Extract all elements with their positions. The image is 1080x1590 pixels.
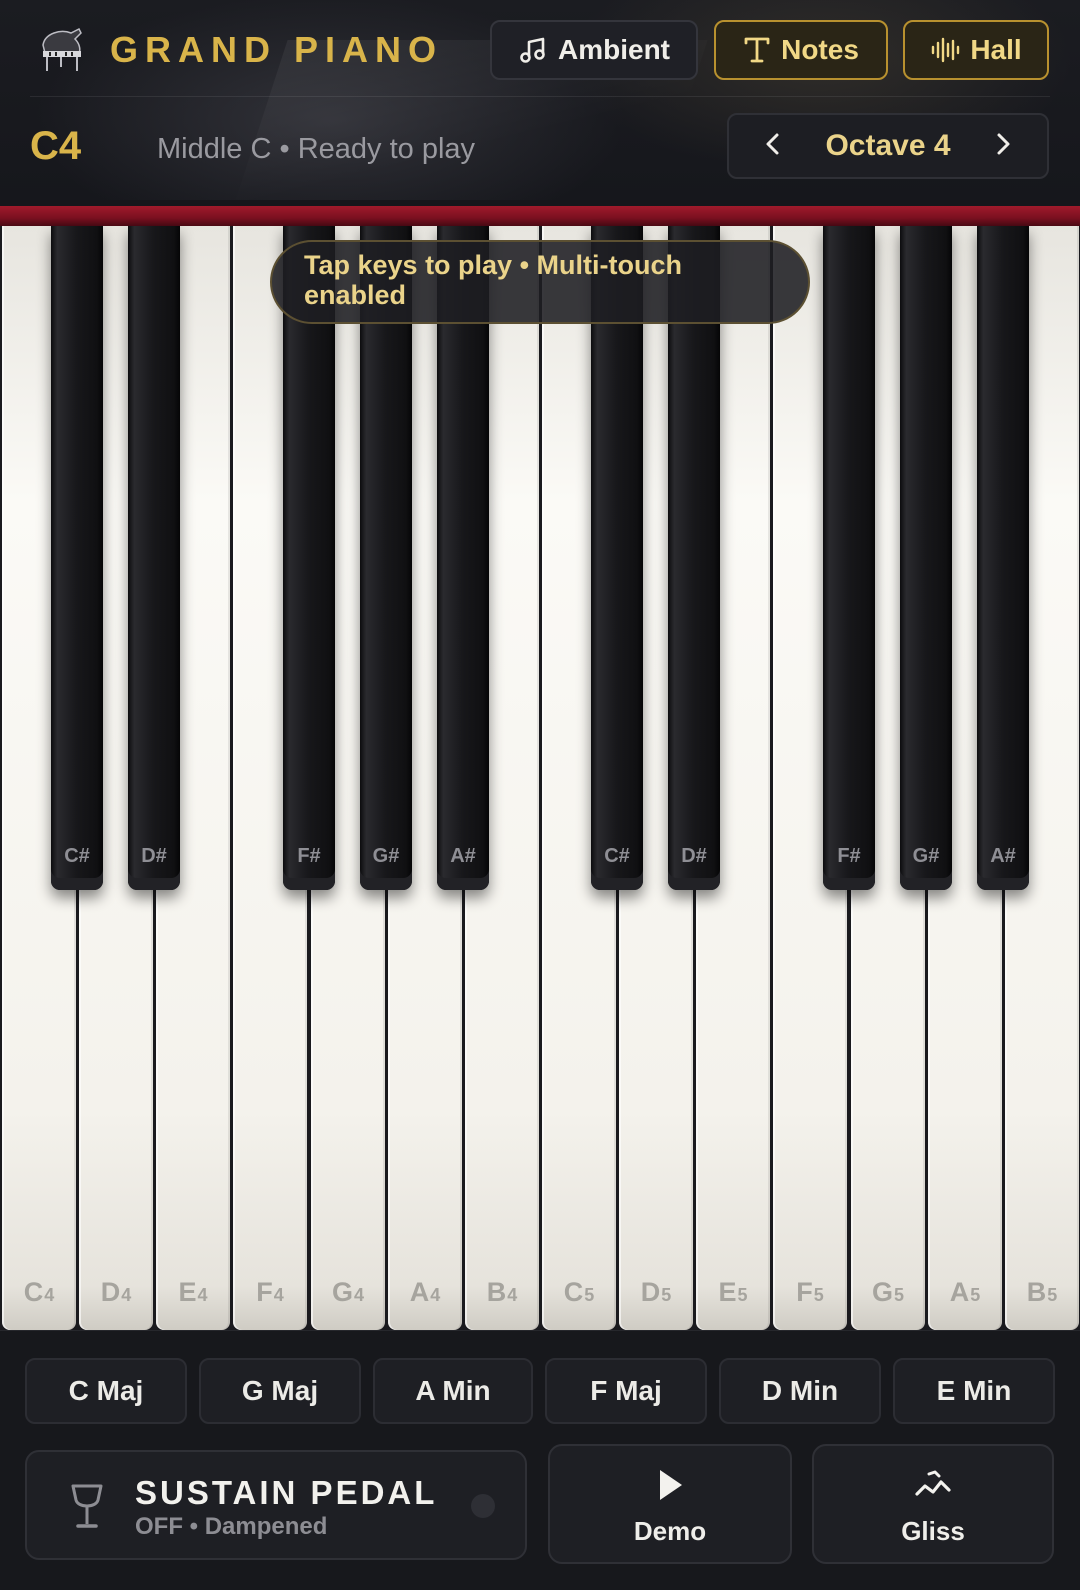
black-key-label: C# (604, 845, 630, 867)
chord-button-d-min[interactable]: D Min (719, 1358, 881, 1424)
sustain-title: SUSTAIN PEDAL (135, 1474, 438, 1511)
gliss-label: Gliss (901, 1516, 965, 1546)
sustain-pedal-toggle[interactable]: SUSTAIN PEDAL OFF • Dampened (25, 1450, 527, 1560)
grand-piano-icon (34, 22, 90, 78)
ambient-button-label: Ambient (558, 34, 670, 65)
demo-button[interactable]: Demo (548, 1444, 792, 1564)
white-key-label: D5 (640, 1277, 672, 1307)
black-key-g-sharp[interactable]: G# (360, 226, 412, 890)
octave-label: Octave 4 (825, 129, 951, 162)
ambient-button[interactable]: Ambient (490, 20, 698, 80)
app-header: GRAND PIANO Ambient Notes Hall C4 Middle… (0, 0, 1080, 200)
white-key-label: C4 (23, 1277, 55, 1307)
demo-label: Demo (633, 1516, 707, 1546)
text-t-icon (743, 35, 771, 65)
white-key-label: D4 (100, 1277, 132, 1307)
black-key-d-sharp[interactable]: D# (128, 226, 180, 890)
black-key-label: G# (372, 845, 400, 867)
piano-keyboard: C4 D4 E4 F4 G4 A4 B4 C5 D5 E5 F5 G5 A5 B5 C# D# F# G# A# C#… (0, 226, 1080, 1330)
goblet-icon (67, 1482, 107, 1537)
white-key-label: C5 (563, 1277, 595, 1307)
waveform-icon (930, 35, 960, 65)
white-key-label: F4 (256, 1277, 284, 1307)
black-key-label: G# (912, 845, 940, 867)
octave-up-button[interactable] (973, 115, 1033, 177)
black-key-a-sharp[interactable]: A# (437, 226, 489, 890)
chord-button-g-maj[interactable]: G Maj (199, 1358, 361, 1424)
white-key-label: B5 (1026, 1277, 1058, 1307)
white-key-label: G4 (331, 1277, 365, 1307)
chord-button-a-min[interactable]: A Min (373, 1358, 533, 1424)
white-key-label: B4 (486, 1277, 518, 1307)
black-key-label: C# (64, 845, 90, 867)
hall-button-label: Hall (970, 34, 1022, 65)
white-key-label: A4 (409, 1277, 441, 1307)
white-key-label: E5 (718, 1277, 748, 1307)
sustain-state: OFF • Dampened (135, 1513, 328, 1540)
header-divider (30, 96, 1050, 97)
notes-button[interactable]: Notes (714, 20, 888, 80)
black-key-a-sharp[interactable]: A# (977, 226, 1029, 890)
black-key-label: A# (990, 845, 1016, 867)
black-key-g-sharp[interactable]: G# (900, 226, 952, 890)
black-key-label: D# (141, 845, 167, 867)
current-note: C4 (30, 124, 82, 168)
notes-button-label: Notes (781, 34, 859, 65)
black-key-label: D# (681, 845, 707, 867)
chevron-right-icon (992, 131, 1014, 162)
music-note-icon (518, 35, 548, 65)
sustain-indicator (471, 1494, 495, 1518)
black-key-d-sharp[interactable]: D# (668, 226, 720, 890)
black-key-label: F# (837, 845, 861, 867)
gliss-button[interactable]: Gliss (812, 1444, 1054, 1564)
note-description: Middle C • Ready to play (157, 133, 476, 165)
white-key-label: F5 (796, 1277, 824, 1307)
white-key-label: E4 (178, 1277, 208, 1307)
hall-button[interactable]: Hall (903, 20, 1049, 80)
black-key-f-sharp[interactable]: F# (823, 226, 875, 890)
black-key-label: A# (450, 845, 476, 867)
play-icon (655, 1468, 685, 1507)
black-key-label: F# (297, 845, 321, 867)
white-key-label: G5 (871, 1277, 905, 1307)
chord-button-e-min[interactable]: E Min (893, 1358, 1055, 1424)
black-key-f-sharp[interactable]: F# (283, 226, 335, 890)
key-felt-strip (0, 206, 1080, 226)
glissando-icon (913, 1468, 953, 1507)
chevron-left-icon (762, 131, 784, 162)
white-key-label: A5 (949, 1277, 981, 1307)
app-title: GRAND PIANO (110, 29, 444, 70)
play-hint: Tap keys to play • Multi-touch enabled (270, 240, 810, 324)
chord-button-f-maj[interactable]: F Maj (545, 1358, 707, 1424)
black-key-c-sharp[interactable]: C# (591, 226, 643, 890)
black-key-c-sharp[interactable]: C# (51, 226, 103, 890)
chord-button-c-maj[interactable]: C Maj (25, 1358, 187, 1424)
octave-selector: Octave 4 (727, 113, 1049, 179)
